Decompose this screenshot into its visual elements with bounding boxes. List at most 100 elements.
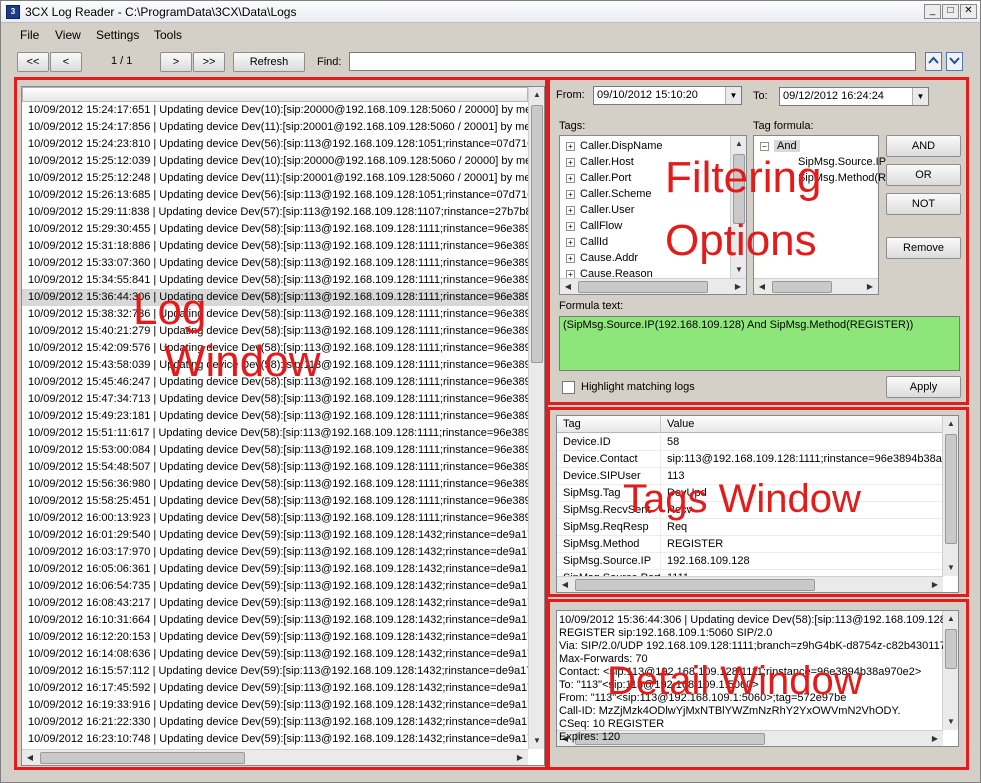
tag-cell[interactable]: Device.SIPUser bbox=[557, 468, 661, 485]
log-row[interactable]: 10/09/2012 15:24:17:651 | Updating devic… bbox=[22, 102, 528, 119]
log-row[interactable]: 10/09/2012 15:26:13:685 | Updating devic… bbox=[22, 187, 528, 204]
tags-grid-hscroll-thumb[interactable] bbox=[575, 579, 815, 591]
log-row[interactable]: 10/09/2012 16:10:31:664 | Updating devic… bbox=[22, 612, 528, 629]
tags-grid[interactable]: Tag Value Device.ID 58 Device.Contact sip:1… bbox=[556, 415, 959, 593]
scroll-up-icon[interactable]: ▲ bbox=[943, 611, 959, 627]
tag-cell[interactable]: Device.ID bbox=[557, 434, 661, 451]
formula-hscroll-thumb[interactable] bbox=[772, 281, 832, 293]
value-column-header[interactable]: Value bbox=[661, 416, 943, 433]
log-row[interactable]: 10/09/2012 15:36:44:306 | Updating devic… bbox=[22, 289, 528, 306]
formula-root-node[interactable]: − And bbox=[760, 138, 800, 154]
value-cell[interactable]: Req bbox=[661, 519, 943, 536]
log-row[interactable]: 10/09/2012 15:29:30:455 | Updating devic… bbox=[22, 221, 528, 238]
menu-file[interactable]: File bbox=[20, 28, 39, 42]
log-row[interactable]: 10/09/2012 15:33:07:360 | Updating devic… bbox=[22, 255, 528, 272]
log-list[interactable]: 10/09/2012 15:24:17:651 | Updating devic… bbox=[22, 102, 528, 750]
formula-horizontal-scrollbar[interactable]: ◀ ▶ bbox=[754, 278, 878, 294]
log-row[interactable]: 10/09/2012 16:14:08:636 | Updating devic… bbox=[22, 646, 528, 663]
tag-tree-item[interactable]: + Caller.Host bbox=[566, 154, 634, 170]
find-input[interactable] bbox=[349, 52, 916, 71]
log-hscroll-thumb[interactable] bbox=[40, 752, 245, 764]
refresh-button[interactable]: Refresh bbox=[233, 52, 305, 72]
minimize-button[interactable]: _ bbox=[924, 4, 941, 19]
to-date-picker[interactable]: 09/12/2012 16:24:24 ▼ bbox=[779, 87, 929, 106]
expand-icon[interactable]: + bbox=[566, 237, 575, 247]
expand-icon[interactable]: + bbox=[566, 189, 575, 199]
dropdown-arrow-icon[interactable]: ▼ bbox=[912, 88, 928, 105]
expand-icon[interactable]: + bbox=[566, 173, 575, 183]
scroll-up-icon[interactable]: ▲ bbox=[943, 416, 959, 432]
tag-cell[interactable]: SipMsg.Tag bbox=[557, 485, 661, 502]
log-row[interactable]: 10/09/2012 16:05:06:361 | Updating devic… bbox=[22, 561, 528, 578]
log-row[interactable]: 10/09/2012 15:58:25:451 | Updating devic… bbox=[22, 493, 528, 510]
log-scroll-thumb[interactable] bbox=[531, 105, 543, 363]
menu-settings[interactable]: Settings bbox=[96, 28, 139, 42]
scroll-down-icon[interactable]: ▼ bbox=[529, 733, 545, 749]
scroll-right-icon[interactable]: ▶ bbox=[730, 279, 746, 295]
not-button[interactable]: NOT bbox=[886, 193, 961, 215]
expand-icon[interactable]: + bbox=[566, 141, 575, 151]
scroll-right-icon[interactable]: ▶ bbox=[862, 279, 878, 295]
log-row[interactable]: 10/09/2012 16:15:57:112 | Updating devic… bbox=[22, 663, 528, 680]
scroll-up-icon[interactable]: ▲ bbox=[731, 136, 747, 152]
expand-icon[interactable]: + bbox=[566, 205, 575, 215]
tag-cell[interactable]: SipMsg.Source.IP bbox=[557, 553, 661, 570]
scroll-down-icon[interactable]: ▼ bbox=[943, 560, 959, 576]
prev-page-button[interactable]: < bbox=[50, 52, 82, 72]
log-row[interactable]: 10/09/2012 15:49:23:181 | Updating devic… bbox=[22, 408, 528, 425]
tag-cell[interactable]: SipMsg.RecvSent bbox=[557, 502, 661, 519]
formula-child-node[interactable]: SipMsg.Method(R bbox=[798, 170, 886, 186]
and-button[interactable]: AND bbox=[886, 135, 961, 157]
value-cell[interactable]: sip:113@192.168.109.128:1111;rinstance=9… bbox=[661, 451, 943, 468]
chevron-down-icon[interactable] bbox=[946, 52, 963, 71]
log-row[interactable]: 10/09/2012 15:25:12:039 | Updating devic… bbox=[22, 153, 528, 170]
next-page-button[interactable]: > bbox=[160, 52, 192, 72]
tag-cell[interactable]: SipMsg.ReqResp bbox=[557, 519, 661, 536]
log-row[interactable]: 10/09/2012 16:17:45:592 | Updating devic… bbox=[22, 680, 528, 697]
scroll-down-icon[interactable]: ▼ bbox=[943, 714, 959, 730]
scroll-left-icon[interactable]: ◀ bbox=[560, 279, 576, 295]
collapse-icon[interactable]: − bbox=[760, 141, 769, 151]
log-row[interactable]: 10/09/2012 16:00:13:923 | Updating devic… bbox=[22, 510, 528, 527]
log-row[interactable]: 10/09/2012 16:19:33:916 | Updating devic… bbox=[22, 697, 528, 714]
log-row[interactable]: 10/09/2012 15:24:23:810 | Updating devic… bbox=[22, 136, 528, 153]
apply-button[interactable]: Apply bbox=[886, 376, 961, 398]
log-row[interactable]: 10/09/2012 16:23:10:748 | Updating devic… bbox=[22, 731, 528, 748]
log-row[interactable]: 10/09/2012 15:34:55:841 | Updating devic… bbox=[22, 272, 528, 289]
tag-formula-tree[interactable]: − And SipMsg.Source.IP SipMsg.Method(R ◀ … bbox=[753, 135, 886, 295]
tags-grid-horizontal-scrollbar[interactable]: ◀ ▶ bbox=[557, 576, 943, 592]
maximize-button[interactable]: □ bbox=[942, 4, 959, 19]
log-row[interactable]: 10/09/2012 15:38:32:736 | Updating devic… bbox=[22, 306, 528, 323]
first-page-button[interactable]: << bbox=[17, 52, 49, 72]
value-cell[interactable]: 113 bbox=[661, 468, 943, 485]
remove-button[interactable]: Remove bbox=[886, 237, 961, 259]
log-row[interactable]: 10/09/2012 16:01:29:540 | Updating devic… bbox=[22, 527, 528, 544]
tags-tree[interactable]: + Caller.DispName + Caller.Host + Caller.Port… bbox=[559, 135, 747, 295]
log-column-header[interactable] bbox=[22, 87, 528, 102]
scroll-left-icon[interactable]: ◀ bbox=[754, 279, 770, 295]
log-row[interactable]: 10/09/2012 16:12:20:153 | Updating devic… bbox=[22, 629, 528, 646]
tag-tree-item[interactable]: + Caller.Port bbox=[566, 170, 631, 186]
value-cell[interactable]: 192.168.109.128 bbox=[661, 553, 943, 570]
scroll-right-icon[interactable]: ▶ bbox=[927, 577, 943, 593]
formula-text-field[interactable]: (SipMsg.Source.IP(192.168.109.128) And S… bbox=[559, 316, 960, 371]
tag-tree-item[interactable]: + Caller.User bbox=[566, 202, 634, 218]
expand-icon[interactable]: + bbox=[566, 253, 575, 263]
close-button[interactable]: ✕ bbox=[960, 4, 977, 19]
tags-grid-vertical-scrollbar[interactable]: ▲ ▼ bbox=[942, 416, 958, 576]
highlight-checkbox[interactable] bbox=[562, 381, 575, 394]
tag-cell[interactable]: Device.Contact bbox=[557, 451, 661, 468]
scroll-down-icon[interactable]: ▼ bbox=[731, 262, 747, 278]
log-row[interactable]: 10/09/2012 15:43:58:039 | Updating devic… bbox=[22, 357, 528, 374]
scroll-left-icon[interactable]: ◀ bbox=[557, 577, 573, 593]
log-horizontal-scrollbar[interactable]: ◀ ▶ bbox=[22, 749, 528, 765]
scroll-up-icon[interactable]: ▲ bbox=[529, 87, 545, 103]
tag-tree-item[interactable]: + Cause.Addr bbox=[566, 250, 638, 266]
dropdown-arrow-icon[interactable]: ▼ bbox=[725, 87, 741, 104]
last-page-button[interactable]: >> bbox=[193, 52, 225, 72]
log-row[interactable]: 10/09/2012 15:42:09:576 | Updating devic… bbox=[22, 340, 528, 357]
tags-scroll-thumb[interactable] bbox=[733, 154, 745, 224]
log-row[interactable]: 10/09/2012 15:24:17:856 | Updating devic… bbox=[22, 119, 528, 136]
log-row[interactable]: 10/09/2012 15:56:36:980 | Updating devic… bbox=[22, 476, 528, 493]
log-row[interactable]: 10/09/2012 15:47:34:713 | Updating devic… bbox=[22, 391, 528, 408]
